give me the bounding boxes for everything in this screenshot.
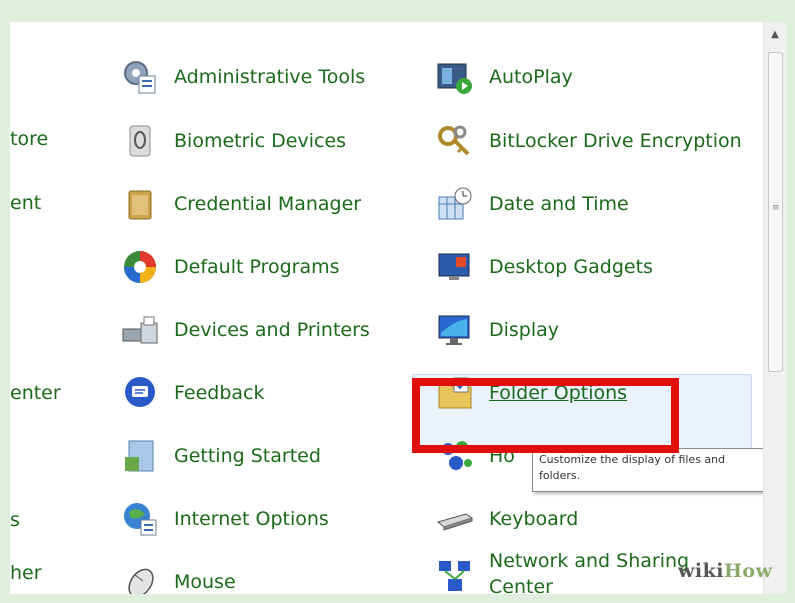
desktop-gadgets-icon bbox=[435, 247, 475, 287]
keyboard-icon bbox=[435, 499, 475, 539]
item-getting-started[interactable]: Getting Started bbox=[120, 433, 321, 479]
item-autoplay[interactable]: AutoPlay bbox=[435, 54, 573, 100]
item-label: Mouse bbox=[174, 571, 236, 593]
partial-item-her[interactable]: her bbox=[10, 562, 42, 584]
item-label: AutoPlay bbox=[489, 66, 573, 88]
item-label-line2: Center bbox=[489, 576, 553, 594]
internet-options-icon bbox=[120, 499, 160, 539]
item-desktop-gadgets[interactable]: Desktop Gadgets bbox=[435, 244, 653, 290]
scroll-up-arrow-icon[interactable]: ▲ bbox=[764, 22, 786, 48]
control-panel-items: tore ent enter s her Administrative Tool… bbox=[10, 22, 763, 594]
item-label: Devices and Printers bbox=[174, 319, 370, 341]
date-and-time-icon bbox=[435, 184, 475, 224]
watermark-how: How bbox=[723, 560, 773, 582]
item-label: BitLocker Drive Encryption bbox=[489, 130, 742, 152]
feedback-icon bbox=[120, 373, 160, 413]
item-label-multiline: Network and Sharing Center bbox=[489, 548, 689, 594]
item-label: Getting Started bbox=[174, 445, 321, 467]
partial-item-ent[interactable]: ent bbox=[10, 192, 41, 214]
annotation-highlight-box bbox=[412, 378, 679, 453]
item-mouse[interactable]: Mouse bbox=[120, 559, 236, 594]
devices-and-printers-icon bbox=[120, 310, 160, 350]
wikihow-watermark: wikiHow bbox=[678, 560, 772, 582]
bitlocker-icon bbox=[435, 121, 475, 161]
administrative-tools-icon bbox=[120, 57, 160, 97]
getting-started-icon bbox=[120, 436, 160, 476]
item-label: Keyboard bbox=[489, 508, 579, 530]
item-label: Biometric Devices bbox=[174, 130, 347, 152]
network-icon bbox=[435, 556, 475, 594]
screenshot-frame: tore ent enter s her Administrative Tool… bbox=[0, 0, 795, 603]
tooltip-line2: folders. bbox=[539, 469, 581, 482]
tooltip: Customize the display of files and folde… bbox=[532, 448, 763, 492]
item-date-and-time[interactable]: Date and Time bbox=[435, 181, 629, 227]
item-network-and-sharing[interactable]: Network and Sharing Center bbox=[435, 548, 689, 594]
item-biometric-devices[interactable]: Biometric Devices bbox=[120, 118, 346, 164]
item-credential-manager[interactable]: Credential Manager bbox=[120, 181, 361, 227]
credential-manager-icon bbox=[120, 184, 160, 224]
mouse-icon bbox=[120, 562, 160, 594]
grip-icon: ≡ bbox=[772, 203, 780, 213]
item-internet-options[interactable]: Internet Options bbox=[120, 496, 329, 542]
item-label: Internet Options bbox=[174, 508, 329, 530]
item-label: Administrative Tools bbox=[174, 66, 366, 88]
scrollbar-thumb[interactable]: ≡ bbox=[768, 52, 783, 372]
item-keyboard[interactable]: Keyboard bbox=[435, 496, 578, 542]
partial-item-s[interactable]: s bbox=[10, 509, 20, 531]
item-label: Date and Time bbox=[489, 193, 629, 215]
item-label: Network and Sharing bbox=[489, 550, 690, 572]
item-default-programs[interactable]: Default Programs bbox=[120, 244, 340, 290]
partial-item-tore[interactable]: tore bbox=[10, 128, 48, 150]
default-programs-icon bbox=[120, 247, 160, 287]
item-administrative-tools[interactable]: Administrative Tools bbox=[120, 54, 365, 100]
watermark-wiki: wiki bbox=[678, 560, 724, 582]
tooltip-line1: Customize the display of files and bbox=[539, 453, 726, 466]
item-bitlocker[interactable]: BitLocker Drive Encryption bbox=[435, 118, 742, 164]
item-label: Display bbox=[489, 319, 560, 341]
biometric-devices-icon bbox=[120, 121, 160, 161]
item-label: Feedback bbox=[174, 382, 265, 404]
vertical-scrollbar[interactable]: ▲ ≡ bbox=[763, 22, 786, 594]
item-display[interactable]: Display bbox=[435, 307, 559, 353]
item-label: Desktop Gadgets bbox=[489, 256, 653, 278]
item-label: Credential Manager bbox=[174, 193, 362, 215]
item-label: Default Programs bbox=[174, 256, 340, 278]
item-devices-and-printers[interactable]: Devices and Printers bbox=[120, 307, 370, 353]
autoplay-icon bbox=[435, 57, 475, 97]
display-icon bbox=[435, 310, 475, 350]
item-feedback[interactable]: Feedback bbox=[120, 370, 264, 416]
partial-item-enter[interactable]: enter bbox=[10, 382, 61, 404]
